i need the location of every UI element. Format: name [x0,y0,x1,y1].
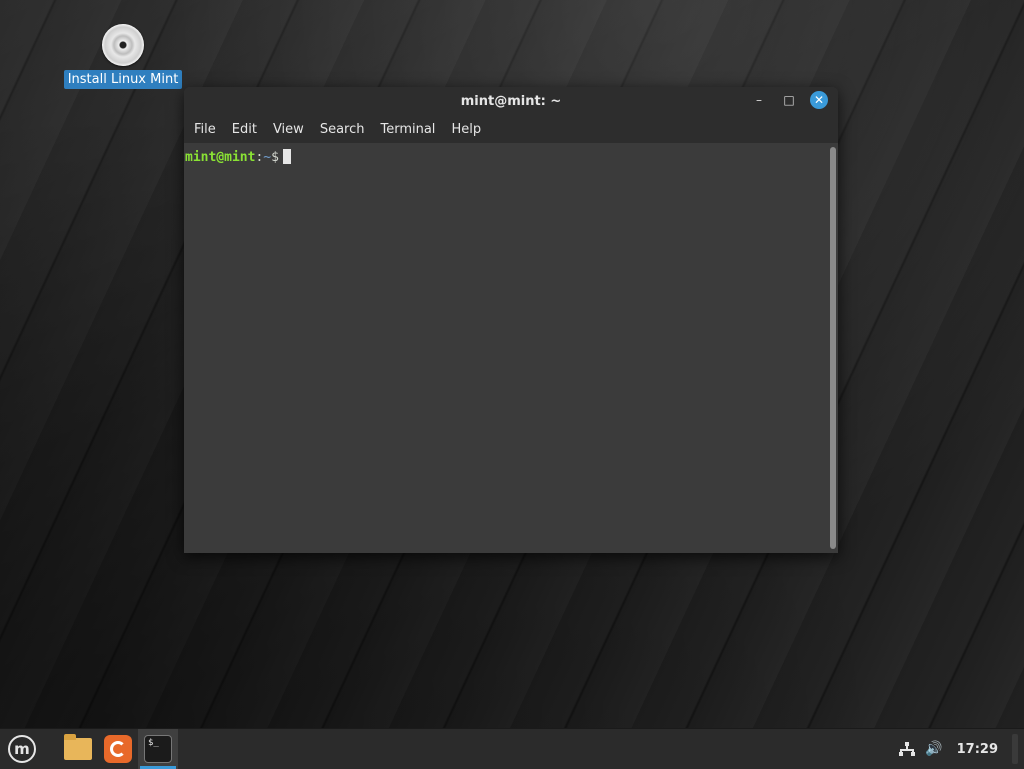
window-title: mint@mint: ~ [460,93,562,109]
terminal-output-area[interactable]: mint@mint:~$ [184,143,838,553]
system-tray: 🔊 17:29 [899,729,1024,769]
volume-icon[interactable]: 🔊 [925,741,942,757]
prompt-path: ~ [263,150,272,165]
firefox-launcher[interactable] [98,729,138,769]
install-linux-mint-desktop-icon[interactable]: Install Linux Mint [63,24,183,89]
menu-terminal[interactable]: Terminal [372,118,443,141]
prompt-user-host: mint@mint [185,150,256,165]
window-controls: – □ ✕ [750,91,828,109]
maximize-button[interactable]: □ [780,91,798,109]
terminal-icon: $_ [144,735,172,763]
menu-file[interactable]: File [186,118,224,141]
bottom-panel: m $_ 🔊 17:29 [0,728,1024,769]
menu-search[interactable]: Search [312,118,373,141]
desktop-icon-label: Install Linux Mint [63,70,183,89]
show-desktop-button[interactable] [1012,734,1018,764]
text-cursor [282,149,291,164]
firefox-icon [104,735,132,763]
terminal-window[interactable]: mint@mint: ~ – □ ✕ File Edit View Search… [184,87,838,553]
network-icon[interactable] [899,742,916,756]
folder-icon [64,734,92,760]
terminal-launcher[interactable]: $_ [138,729,178,769]
menu-bar: File Edit View Search Terminal Help [184,115,838,143]
shell-prompt: mint@mint:~$ [185,149,291,165]
files-launcher[interactable] [58,729,98,769]
menu-view[interactable]: View [265,118,312,141]
panel-launchers: $_ [58,729,178,769]
menu-edit[interactable]: Edit [224,118,265,141]
scrollbar-thumb[interactable] [830,147,836,549]
prompt-symbol: $ [271,150,279,165]
desktop: Install Linux Mint mint@mint: ~ – □ ✕ Fi… [0,0,1024,728]
menu-help[interactable]: Help [443,118,489,141]
linux-mint-logo-icon: m [8,735,36,763]
close-button[interactable]: ✕ [810,91,828,109]
minimize-button[interactable]: – [750,91,768,109]
vertical-scrollbar[interactable] [830,147,836,549]
start-menu-button[interactable]: m [0,729,44,769]
clock[interactable]: 17:29 [957,742,998,757]
disc-icon [102,24,144,66]
title-bar[interactable]: mint@mint: ~ – □ ✕ [184,87,838,115]
